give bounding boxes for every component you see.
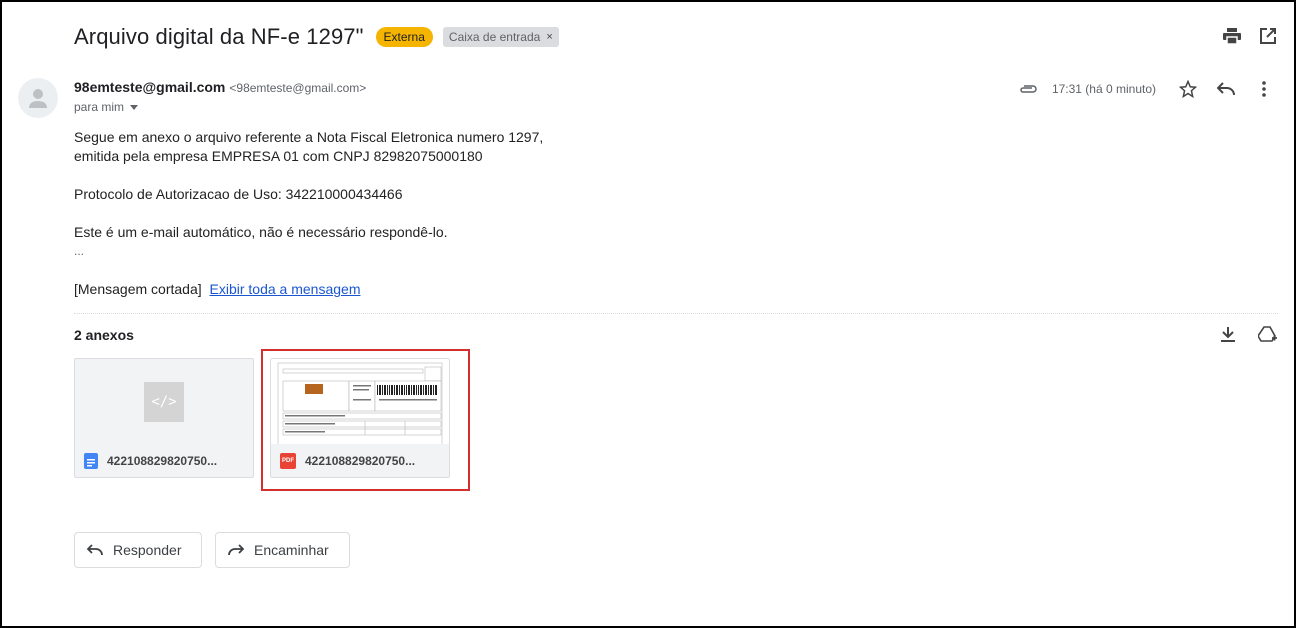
- chevron-down-icon[interactable]: [130, 105, 139, 110]
- star-icon[interactable]: [1174, 79, 1202, 99]
- attachment-card-xml[interactable]: </> 422108829820750...: [74, 358, 254, 478]
- to-label: para mim: [74, 100, 125, 114]
- reply-button-label: Responder: [113, 542, 182, 558]
- add-to-drive-icon[interactable]: [1258, 325, 1278, 345]
- show-full-message-link[interactable]: Exibir toda a mensagem: [210, 281, 361, 297]
- forward-button-label: Encaminhar: [254, 542, 329, 558]
- sender-avatar: [18, 78, 58, 118]
- code-file-icon: </>: [144, 382, 184, 422]
- document-icon: [84, 452, 98, 469]
- sender-name[interactable]: 98emteste@gmail.com: [74, 79, 225, 95]
- highlight-box: [261, 349, 470, 491]
- remove-label-icon[interactable]: ×: [546, 31, 552, 43]
- truncated-notice: [Mensagem cortada] Exibir toda a mensage…: [74, 280, 543, 299]
- sender-email: <98emteste@gmail.com>: [229, 81, 367, 95]
- reply-button[interactable]: Responder: [74, 532, 202, 568]
- attachments-divider: [74, 313, 1278, 314]
- external-badge: Externa: [375, 27, 433, 47]
- attachments-count: 2 anexos: [74, 327, 134, 343]
- message-time: 17:31 (há 0 minuto): [1051, 82, 1156, 96]
- body-line: emitida pela empresa EMPRESA 01 com CNPJ…: [74, 148, 483, 164]
- body-line: Protocolo de Autorizacao de Uso: 3422100…: [74, 186, 403, 202]
- reply-icon: [87, 544, 103, 556]
- email-subject: Arquivo digital da NF-e 1297": [74, 24, 364, 49]
- inbox-label-chip[interactable]: Caixa de entrada ×: [442, 27, 559, 47]
- sender-row: 98emteste@gmail.com <98emteste@gmail.com…: [74, 79, 366, 95]
- attachment-clip-icon: [1014, 79, 1042, 99]
- subject-row: Arquivo digital da NF-e 1297" Externa Ca…: [74, 22, 559, 52]
- forward-button[interactable]: Encaminhar: [215, 532, 350, 568]
- message-body: Segue em anexo o arquivo referente a Not…: [74, 128, 543, 299]
- attachment-thumbnail: </>: [75, 359, 253, 445]
- body-line: Segue em anexo o arquivo referente a Not…: [74, 129, 544, 145]
- message-meta: 17:31 (há 0 minuto): [1014, 79, 1278, 99]
- show-trimmed-content[interactable]: ...: [74, 242, 543, 261]
- reply-icon[interactable]: [1212, 79, 1240, 99]
- body-line: Este é um e-mail automático, não é neces…: [74, 224, 448, 240]
- recipient-details-toggle[interactable]: para mim: [74, 100, 139, 114]
- download-all-icon[interactable]: [1218, 325, 1238, 345]
- attachment-filename: 422108829820750...: [107, 453, 218, 468]
- open-in-new-window-icon[interactable]: [1258, 26, 1278, 46]
- attachments-actions: [1218, 325, 1278, 345]
- print-icon[interactable]: [1222, 26, 1242, 46]
- more-options-icon[interactable]: [1250, 79, 1278, 99]
- attachment-footer: 422108829820750...: [75, 444, 253, 477]
- truncated-label: [Mensagem cortada]: [74, 281, 202, 297]
- forward-icon: [228, 544, 244, 556]
- top-actions: [1222, 26, 1278, 46]
- inbox-label-text: Caixa de entrada: [448, 30, 541, 44]
